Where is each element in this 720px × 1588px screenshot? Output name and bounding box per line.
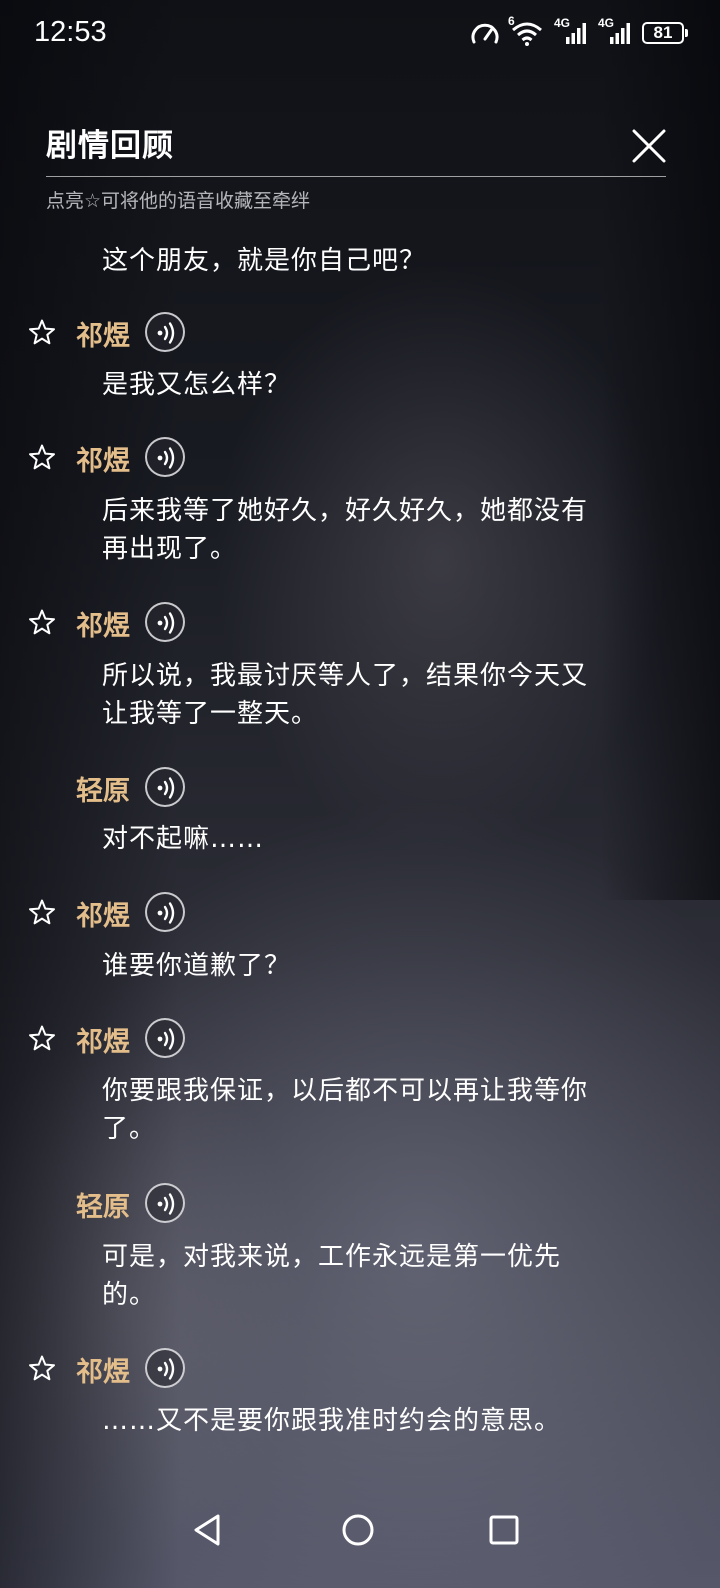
dialogue-text: 后来我等了她好久，好久好久，她都没有 再出现了。 bbox=[102, 496, 589, 564]
clock: 12:53 bbox=[34, 16, 107, 48]
close-button[interactable] bbox=[630, 127, 668, 165]
dialogue-header: 祁煜 bbox=[0, 312, 720, 356]
header-divider bbox=[46, 176, 666, 177]
wifi-label: 6 bbox=[508, 14, 515, 28]
dialogue-header: 祁煜 bbox=[0, 1348, 720, 1392]
voice-icon bbox=[157, 447, 175, 469]
speaker-name: 轻原 bbox=[76, 1192, 130, 1223]
speaker-name: 祁煜 bbox=[76, 901, 130, 932]
voice-icon bbox=[157, 612, 175, 634]
star-icon[interactable] bbox=[28, 443, 56, 471]
voice-icon bbox=[157, 1028, 175, 1050]
recent-square-icon[interactable] bbox=[488, 1514, 520, 1546]
star-icon[interactable] bbox=[28, 318, 56, 346]
speaker-name: 祁煜 bbox=[76, 321, 130, 352]
home-circle-icon[interactable] bbox=[340, 1512, 376, 1548]
voice-icon bbox=[157, 322, 175, 344]
voice-play-button[interactable] bbox=[145, 602, 185, 642]
dialogue-text: 你要跟我保证，以后都不可以再让我等你 了。 bbox=[102, 1076, 589, 1144]
star-icon[interactable] bbox=[28, 1024, 56, 1052]
voice-icon bbox=[157, 777, 175, 799]
dialogue-text: ……又不是要你跟我准时约会的意思。 bbox=[102, 1406, 562, 1436]
speaker-name: 轻原 bbox=[76, 776, 130, 807]
star-icon[interactable] bbox=[28, 898, 56, 926]
dialogue-text: 所以说，我最讨厌等人了，结果你今天又 让我等了一整天。 bbox=[102, 661, 589, 729]
status-icons: 6 4G 4G 81 bbox=[470, 14, 688, 46]
speaker-name: 祁煜 bbox=[76, 1027, 130, 1058]
signal-icon: 4G bbox=[554, 16, 588, 46]
page-title: 剧情回顾 bbox=[46, 128, 174, 164]
page-subtitle: 点亮☆可将他的语音收藏至牵绊 bbox=[46, 190, 311, 212]
dialogue-header: 祁煜 bbox=[0, 892, 720, 936]
voice-play-button[interactable] bbox=[145, 312, 185, 352]
dialogue-header: 祁煜 bbox=[0, 1018, 720, 1062]
dialogue-header: 祁煜 bbox=[0, 602, 720, 646]
voice-play-button[interactable] bbox=[145, 1183, 185, 1223]
speaker-name: 祁煜 bbox=[76, 1357, 130, 1388]
voice-play-button[interactable] bbox=[145, 437, 185, 477]
dialogue-text: 是我又怎么样？ bbox=[102, 370, 292, 400]
voice-play-button[interactable] bbox=[145, 1348, 185, 1388]
close-icon bbox=[632, 129, 666, 163]
speed-gauge-icon bbox=[471, 23, 499, 44]
voice-play-button[interactable] bbox=[145, 892, 185, 932]
signal-icon: 4G bbox=[598, 16, 632, 46]
battery-icon: 81 bbox=[642, 22, 688, 44]
speaker-name: 祁煜 bbox=[76, 611, 130, 642]
star-icon[interactable] bbox=[28, 608, 56, 636]
dialogue-text: 这个朋友，就是你自己吧？ bbox=[102, 246, 427, 276]
dialogue-text: 对不起嘛…… bbox=[102, 824, 265, 854]
voice-icon bbox=[157, 1193, 175, 1215]
story-review-screen: 12:53 6 4G 4G 81 剧情回顾 点亮☆可将他的语音收藏至牵绊 这个朋… bbox=[0, 0, 720, 1588]
voice-icon bbox=[157, 1358, 175, 1380]
voice-icon bbox=[157, 902, 175, 924]
dialogue-text: 可是，对我来说，工作永远是第一优先 的。 bbox=[102, 1242, 562, 1310]
voice-play-button[interactable] bbox=[145, 1018, 185, 1058]
speaker-name: 祁煜 bbox=[76, 446, 130, 477]
voice-play-button[interactable] bbox=[145, 767, 185, 807]
status-bar: 12:53 6 4G 4G 81 bbox=[0, 0, 720, 72]
star-icon[interactable] bbox=[28, 1354, 56, 1382]
system-nav-bar bbox=[0, 1480, 720, 1588]
back-triangle-icon[interactable] bbox=[190, 1512, 224, 1548]
dialogue-header: 祁煜 bbox=[0, 437, 720, 481]
dialogue-header: 轻原 bbox=[0, 1183, 720, 1227]
battery-level: 81 bbox=[653, 23, 673, 42]
dialogue-header: 轻原 bbox=[0, 767, 720, 811]
wifi-icon: 6 bbox=[508, 14, 544, 46]
dialogue-text: 谁要你道歉了？ bbox=[102, 951, 292, 981]
